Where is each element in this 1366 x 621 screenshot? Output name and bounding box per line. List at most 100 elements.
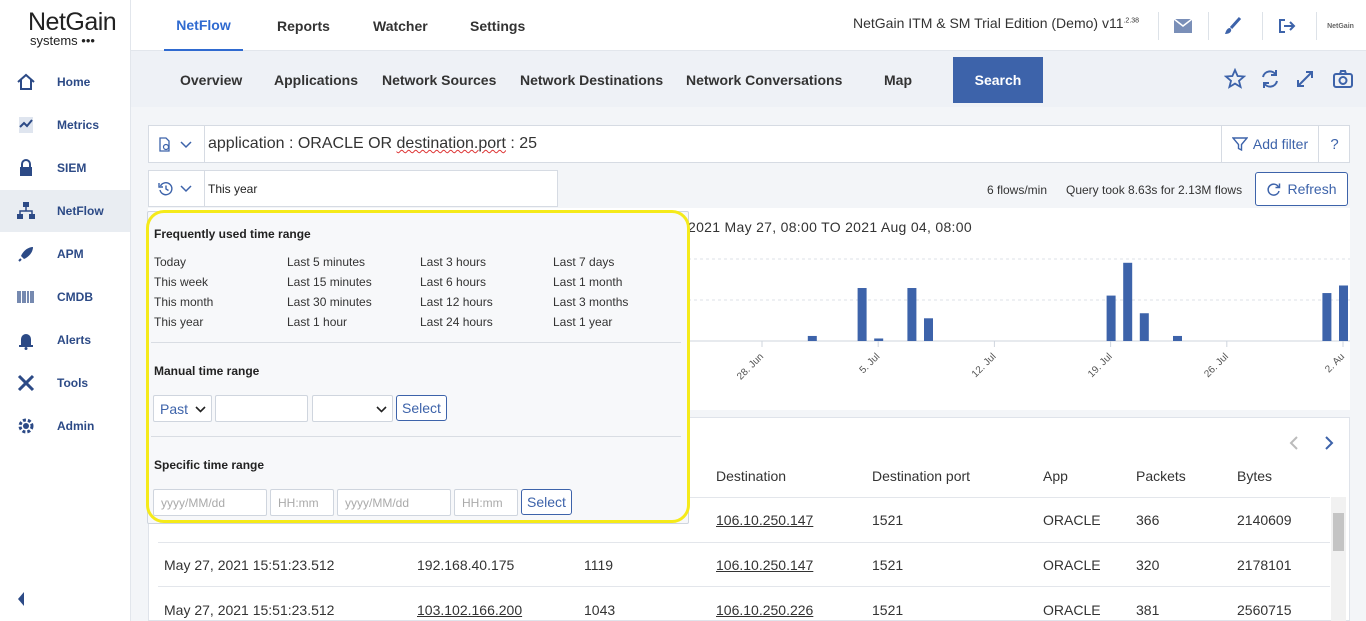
popup-divider [151, 436, 681, 437]
histogram-bar[interactable] [1173, 335, 1182, 341]
quick-range-option[interactable]: This month [154, 295, 213, 309]
quick-range-option[interactable]: Last 24 hours [420, 315, 493, 329]
tab-netflow[interactable]: NetFlow [164, 0, 243, 51]
help-button[interactable]: ? [1318, 125, 1350, 163]
brush-icon[interactable] [1208, 12, 1256, 40]
histogram-bar[interactable] [1106, 295, 1116, 341]
source-port-cell: 1043 [584, 602, 616, 618]
histogram-bar[interactable] [1322, 293, 1332, 341]
sidebar-item-netflow[interactable]: NetFlow [0, 190, 130, 232]
x-tick-label: 5. Jul [858, 351, 883, 376]
quick-range-option[interactable]: Last 30 minutes [287, 295, 372, 309]
tab-search[interactable]: Search [953, 57, 1043, 103]
table-scrollbar-thumb[interactable] [1333, 513, 1344, 551]
mail-icon[interactable] [1158, 12, 1206, 40]
column-header-destination[interactable]: Destination [716, 468, 786, 484]
tab-watcher[interactable]: Watcher [373, 0, 428, 51]
search-input[interactable]: application : ORACLE OR destination.port… [208, 135, 537, 153]
quick-range-option[interactable]: Last 6 hours [420, 275, 486, 289]
tab-applications[interactable]: Applications [274, 57, 358, 103]
column-header-bytes[interactable]: Bytes [1237, 468, 1272, 484]
quick-range-option[interactable]: Last 1 month [553, 275, 622, 289]
frequent-ranges-title: Frequently used time range [154, 227, 311, 241]
histogram-bar[interactable] [874, 338, 884, 341]
chevron-down-icon [376, 406, 387, 413]
quick-range-option[interactable]: This week [154, 275, 208, 289]
specific-select-button[interactable]: Select [521, 489, 572, 515]
quick-range-option[interactable]: Last 5 minutes [287, 255, 365, 269]
histogram-bar[interactable] [857, 288, 867, 341]
chevron-down-icon [195, 406, 206, 413]
time-range-field[interactable]: This year [148, 170, 558, 207]
destination-link[interactable]: 106.10.250.147 [716, 557, 813, 573]
tab-network-conversations[interactable]: Network Conversations [686, 57, 842, 103]
source-link[interactable]: 103.102.166.200 [417, 602, 522, 618]
histogram-bar[interactable] [807, 335, 817, 341]
sidebar-item-cmdb[interactable]: CMDB [0, 276, 130, 318]
histogram-bar[interactable] [1339, 285, 1348, 341]
histogram-bar[interactable] [907, 288, 917, 341]
netgain-logo[interactable]: NetGain systems ••• [28, 8, 118, 50]
start-time-input[interactable]: HH:mm [270, 489, 334, 516]
destination-port-cell: 1521 [872, 557, 904, 573]
quick-range-option[interactable]: Last 1 hour [287, 315, 347, 329]
query-type-dropdown[interactable] [149, 126, 205, 162]
prev-page-icon[interactable] [1286, 434, 1302, 452]
quick-range-option[interactable]: This year [154, 315, 203, 329]
tab-settings[interactable]: Settings [470, 0, 525, 51]
sidebar-item-tools[interactable]: Tools [0, 362, 130, 404]
logo-sub: systems ••• [30, 33, 95, 48]
barcode-icon [16, 287, 36, 307]
end-date-input[interactable]: yyyy/MM/dd [337, 489, 451, 516]
quick-range-option[interactable]: Last 3 hours [420, 255, 486, 269]
quick-range-option[interactable]: Last 7 days [553, 255, 614, 269]
tab-network-sources[interactable]: Network Sources [382, 57, 496, 103]
sync-icon[interactable] [1259, 68, 1281, 90]
column-header-packets[interactable]: Packets [1136, 468, 1186, 484]
past-future-select[interactable]: Past [153, 395, 212, 422]
tab-network-destinations[interactable]: Network Destinations [520, 57, 663, 103]
quick-range-option[interactable]: Last 3 months [553, 295, 628, 309]
camera-icon[interactable] [1332, 68, 1354, 90]
column-header-destination-port[interactable]: Destination port [872, 468, 970, 484]
refresh-button[interactable]: Refresh [1255, 172, 1348, 206]
logout-icon[interactable] [1262, 12, 1310, 40]
add-filter-button[interactable]: Add filter [1221, 125, 1318, 163]
destination-link[interactable]: 106.10.250.147 [716, 512, 813, 528]
sidebar-item-metrics[interactable]: Metrics [0, 104, 130, 146]
star-icon[interactable] [1223, 67, 1247, 90]
sidebar-item-siem[interactable]: SIEM [0, 147, 130, 189]
sidebar-item-apm[interactable]: APM [0, 233, 130, 275]
sidebar-item-label: NetFlow [57, 204, 104, 218]
refresh-icon [1267, 182, 1281, 196]
end-time-input[interactable]: HH:mm [454, 489, 518, 516]
histogram-bar[interactable] [1123, 262, 1133, 341]
quick-range-option[interactable]: Last 12 hours [420, 295, 493, 309]
quick-range-option[interactable]: Today [154, 255, 186, 269]
sidebar-item-alerts[interactable]: Alerts [0, 319, 130, 361]
past-future-value: Past [160, 400, 189, 417]
avatar[interactable]: NetGain [1316, 12, 1364, 40]
destination-port-cell: 1521 [872, 602, 904, 618]
quick-range-option[interactable]: Last 15 minutes [287, 275, 372, 289]
sidebar-item-home[interactable]: Home [0, 61, 130, 103]
next-page-icon[interactable] [1321, 434, 1337, 452]
tab-reports[interactable]: Reports [277, 0, 330, 51]
sidebar-item-admin[interactable]: Admin [0, 405, 130, 447]
start-date-input[interactable]: yyyy/MM/dd [153, 489, 267, 516]
manual-unit-select[interactable] [312, 395, 393, 422]
histogram-bar[interactable] [1139, 313, 1149, 341]
destination-link[interactable]: 106.10.250.226 [716, 602, 813, 618]
tools-icon [16, 373, 36, 393]
quick-range-option[interactable]: Last 1 year [553, 315, 612, 329]
column-header-app[interactable]: App [1043, 468, 1068, 484]
collapse-sidebar-icon[interactable] [16, 591, 26, 607]
manual-select-button[interactable]: Select [396, 395, 447, 421]
tab-overview[interactable]: Overview [180, 57, 242, 103]
expand-icon[interactable] [1294, 68, 1316, 90]
manual-amount-input[interactable] [215, 395, 308, 422]
x-tick-label: 19. Jul [1086, 351, 1115, 380]
history-dropdown[interactable] [149, 171, 205, 206]
tab-map[interactable]: Map [884, 57, 912, 103]
histogram-bar[interactable] [924, 318, 933, 341]
